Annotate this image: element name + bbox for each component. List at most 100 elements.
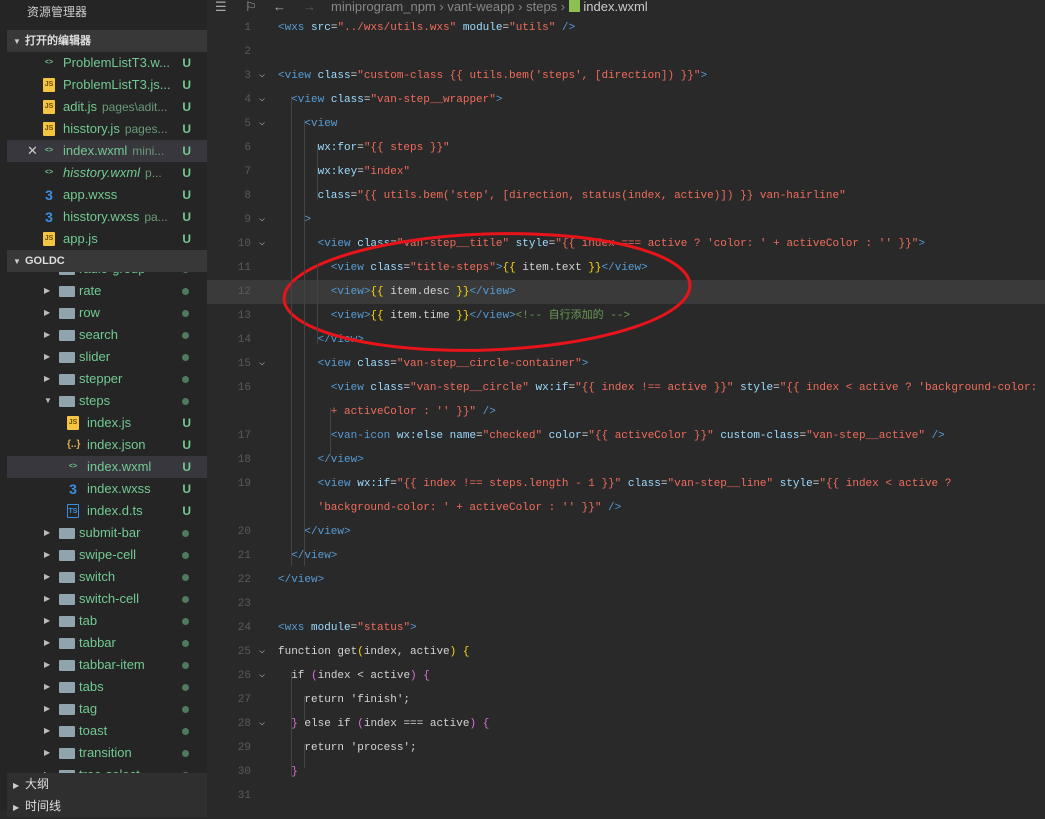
tree-item[interactable]: ▶ rate <box>7 280 207 302</box>
fold-chevron-icon[interactable]: ⌵ <box>259 640 265 664</box>
code-line[interactable]: 26 ⌵ if (index < active) { <box>207 664 1045 688</box>
chevron-right-icon[interactable]: ▶ <box>44 368 50 390</box>
code-line[interactable]: 15 ⌵ <view class="van-step__circle-contai… <box>207 352 1045 376</box>
tree-item[interactable]: <> index.wxml U <box>7 456 207 478</box>
fold-chevron-icon[interactable]: ⌵ <box>259 208 265 232</box>
forward-arrow-icon[interactable]: → <box>303 0 316 14</box>
bookmark-icon[interactable]: ⚐ <box>245 0 257 14</box>
open-editor-item[interactable]: <> hisstory.wxml p... U <box>7 162 207 184</box>
fold-chevron-icon[interactable]: ⌵ <box>259 64 265 88</box>
chevron-down-icon[interactable]: ▼ <box>44 390 52 412</box>
code-line[interactable]: 22 </view> <box>207 568 1045 592</box>
chevron-right-icon[interactable]: ▶ <box>44 720 50 742</box>
project-section-header[interactable]: ▼ GOLDC <box>7 250 207 272</box>
tree-item[interactable]: ▶ submit-bar <box>7 522 207 544</box>
tree-item[interactable]: ▶ tab <box>7 610 207 632</box>
code-line[interactable]: 7 wx:key="index" <box>207 160 1045 184</box>
tree-item[interactable]: ▶ radio-group <box>7 272 207 280</box>
close-icon[interactable]: ✕ <box>27 140 38 162</box>
chevron-right-icon[interactable]: ▶ <box>44 588 50 610</box>
code-line[interactable]: 'background-color: ' + activeColor : '' … <box>207 496 1045 520</box>
code-line[interactable]: + activeColor : '' }}" /> <box>207 400 1045 424</box>
code-line[interactable]: 1 <wxs src="../wxs/utils.wxs" module="uti… <box>207 16 1045 40</box>
fold-chevron-icon[interactable]: ⌵ <box>259 88 265 112</box>
code-line[interactable]: 18 </view> <box>207 448 1045 472</box>
code-line[interactable]: 23 <box>207 592 1045 616</box>
open-editor-item[interactable]: ✕ <> index.wxml mini... U <box>7 140 207 162</box>
tree-item[interactable]: ▶ transition <box>7 742 207 764</box>
code-line[interactable]: 6 wx:for="{{ steps }}" <box>207 136 1045 160</box>
fold-chevron-icon[interactable]: ⌵ <box>259 232 265 256</box>
code-line[interactable]: 2 <box>207 40 1045 64</box>
open-editor-item[interactable]: 3 hisstory.wxss pa... U <box>7 206 207 228</box>
tree-item[interactable]: TS index.d.ts U <box>7 500 207 522</box>
code-line[interactable]: 21 </view> <box>207 544 1045 568</box>
tree-item[interactable]: ▶ search <box>7 324 207 346</box>
chevron-right-icon[interactable]: ▶ <box>44 698 50 720</box>
fold-chevron-icon[interactable]: ⌵ <box>259 664 265 688</box>
chevron-right-icon[interactable]: ▶ <box>44 654 50 676</box>
chevron-right-icon[interactable]: ▶ <box>44 610 50 632</box>
code-line[interactable]: 30 } <box>207 760 1045 784</box>
code-line[interactable]: 14 </view> <box>207 328 1045 352</box>
open-editor-item[interactable]: JS hisstory.js pages... U <box>7 118 207 140</box>
code-line[interactable]: 31 <box>207 784 1045 808</box>
chevron-right-icon[interactable]: ▶ <box>44 324 50 346</box>
tree-item[interactable]: ▶ toast <box>7 720 207 742</box>
chevron-right-icon[interactable]: ▶ <box>44 522 50 544</box>
code-line[interactable]: 19 <view wx:if="{{ index !== steps.lengt… <box>207 472 1045 496</box>
code-line[interactable]: 29 return 'process'; <box>207 736 1045 760</box>
breadcrumb-item[interactable]: miniprogram_npm <box>331 0 436 14</box>
tree-item[interactable]: ▶ tag <box>7 698 207 720</box>
code-editor[interactable]: ☰ ⚐ ← → miniprogram_npm › vant-weapp › s… <box>207 0 1045 810</box>
code-line[interactable]: 5 ⌵ <view <box>207 112 1045 136</box>
chevron-right-icon[interactable]: ▶ <box>44 676 50 698</box>
code-line[interactable]: 24 <wxs module="status"> <box>207 616 1045 640</box>
tree-item[interactable]: ▶ stepper <box>7 368 207 390</box>
code-line[interactable]: 4 ⌵ <view class="van-step__wrapper"> <box>207 88 1045 112</box>
open-editor-item[interactable]: <> ProblemListT3.w... U <box>7 52 207 74</box>
fold-chevron-icon[interactable]: ⌵ <box>259 112 265 136</box>
tree-item[interactable]: ▶ switch <box>7 566 207 588</box>
open-editor-item[interactable]: JS app.js U <box>7 228 207 250</box>
tree-item[interactable]: ▶ row <box>7 302 207 324</box>
outline-section-header[interactable]: ▶ 大纲 <box>7 773 207 795</box>
tree-item[interactable]: ▶ swipe-cell <box>7 544 207 566</box>
code-line[interactable]: 12 <view>{{ item.desc }}</view> <box>207 280 1045 304</box>
code-line[interactable]: 10 ⌵ <view class="van-step__title" style=… <box>207 232 1045 256</box>
code-line[interactable]: 8 class="{{ utils.bem('step', [direction… <box>207 184 1045 208</box>
tree-item[interactable]: ▼ steps <box>7 390 207 412</box>
tree-item[interactable]: JS index.js U <box>7 412 207 434</box>
code-line[interactable]: 17 <van-icon wx:else name="checked" colo… <box>207 424 1045 448</box>
open-editor-item[interactable]: JS ProblemListT3.js... U <box>7 74 207 96</box>
code-line[interactable]: 13 <view>{{ item.time }}</view><!-- 自行添加… <box>207 304 1045 328</box>
chevron-right-icon[interactable]: ▶ <box>44 302 50 324</box>
code-line[interactable]: 9 ⌵ > <box>207 208 1045 232</box>
chevron-right-icon[interactable]: ▶ <box>44 632 50 654</box>
tree-item[interactable]: ▶ tabs <box>7 676 207 698</box>
code-line[interactable]: 25 ⌵ function get(index, active) { <box>207 640 1045 664</box>
code-line[interactable]: 11 <view class="title-steps">{{ item.tex… <box>207 256 1045 280</box>
tree-item[interactable]: ▶ tabbar-item <box>7 654 207 676</box>
open-editors-section-header[interactable]: ▼ 打开的编辑器 <box>7 30 207 52</box>
code-line[interactable]: 3 ⌵ <view class="custom-class {{ utils.bem… <box>207 64 1045 88</box>
breadcrumb-item[interactable]: vant-weapp <box>447 0 514 14</box>
open-editor-item[interactable]: JS adit.js pages\adit... U <box>7 96 207 118</box>
chevron-right-icon[interactable]: ▶ <box>44 566 50 588</box>
fold-chevron-icon[interactable]: ⌵ <box>259 712 265 736</box>
tree-item[interactable]: ▶ tabbar <box>7 632 207 654</box>
code-line[interactable]: 28 ⌵ } else if (index === active) { <box>207 712 1045 736</box>
chevron-right-icon[interactable]: ▶ <box>44 280 50 302</box>
tree-item[interactable]: ▶ slider <box>7 346 207 368</box>
list-icon[interactable]: ☰ <box>215 0 227 14</box>
back-arrow-icon[interactable]: ← <box>273 0 286 14</box>
code-line[interactable]: 16 <view class="van-step__circle" wx:if=… <box>207 376 1045 400</box>
chevron-right-icon[interactable]: ▶ <box>44 272 50 280</box>
tree-item[interactable]: 3 index.wxss U <box>7 478 207 500</box>
breadcrumb-item[interactable]: index.wxml <box>583 0 647 14</box>
code-line[interactable]: 20 </view> <box>207 520 1045 544</box>
timeline-section-header[interactable]: ▶ 时间线 <box>7 795 207 817</box>
chevron-right-icon[interactable]: ▶ <box>44 742 50 764</box>
chevron-right-icon[interactable]: ▶ <box>44 346 50 368</box>
tree-item[interactable]: {..} index.json U <box>7 434 207 456</box>
